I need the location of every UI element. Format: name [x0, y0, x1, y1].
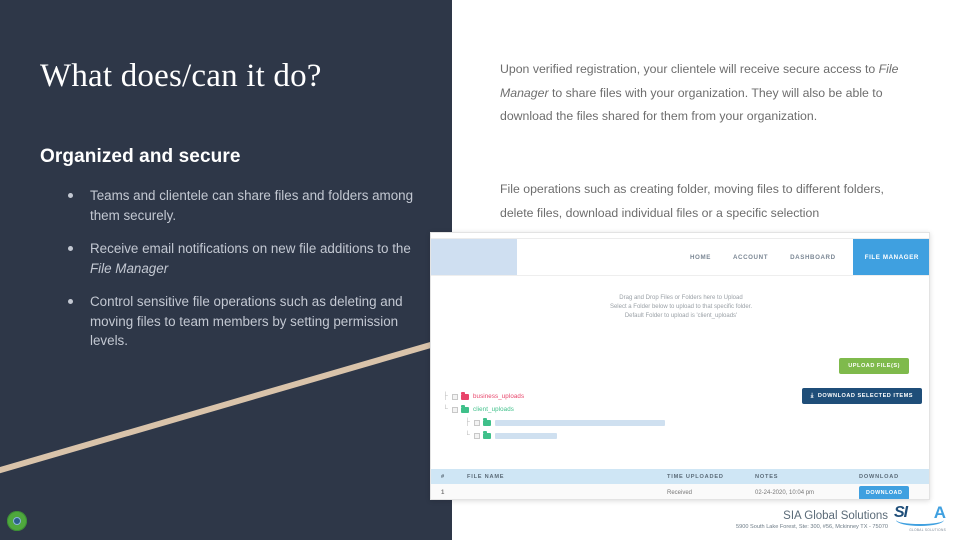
paragraph-1-lead: Upon verified registration, your cliente…	[500, 62, 879, 76]
tree-connector-icon: └	[465, 432, 470, 439]
column-header-download: DOWNLOAD	[859, 473, 899, 480]
footer-company-name: SIA Global Solutions	[783, 510, 888, 522]
drop-zone-line-2: Select a Folder below to upload to that …	[609, 304, 753, 310]
tree-connector-icon: ├	[443, 393, 448, 400]
download-icon: ⤓	[810, 393, 814, 399]
navbar-logo-placeholder	[431, 239, 517, 275]
tree-node-label: business_uploads	[473, 393, 525, 400]
tree-node-child-1[interactable]: ├	[443, 416, 733, 429]
bullet-dot-icon	[68, 246, 73, 251]
tree-node-child-2[interactable]: └	[443, 429, 733, 442]
nav-item-dashboard[interactable]: DASHBOARD	[779, 254, 847, 261]
brand-logo-icon	[7, 511, 27, 531]
nav-item-file-manager[interactable]: FILE MANAGER	[852, 239, 929, 275]
tree-checkbox[interactable]	[452, 406, 458, 413]
cell-row-number: 1	[441, 490, 445, 496]
tree-connector-icon: └	[443, 406, 448, 413]
tree-node-label: client_uploads	[473, 406, 514, 413]
cell-notes: 02-24-2020, 10:04 pm	[755, 490, 815, 496]
paragraph-1-tail: to share files with your organization. T…	[500, 85, 883, 124]
bullet-list: Teams and clientele can share files and …	[62, 186, 422, 365]
row-download-button[interactable]: DOWNLOAD	[859, 486, 910, 499]
body-paragraph-1: Upon verified registration, your cliente…	[500, 58, 918, 129]
bullet-text-emphasis: File Manager	[90, 260, 169, 276]
slide-subtitle: Organized and secure	[40, 146, 241, 167]
sia-logo-subtitle: GLOBAL SOLUTIONS	[909, 528, 946, 532]
footer-address: 5900 South Lake Forest, Ste: 300, #56, M…	[736, 524, 888, 530]
slide-left-panel: What does/can it do? Organized and secur…	[0, 0, 452, 540]
folder-icon	[483, 430, 491, 439]
app-body: Drag and Drop Files or Folders here to U…	[431, 275, 929, 499]
bullet-text: Control sensitive file operations such a…	[90, 294, 403, 348]
nav-item-home[interactable]: HOME	[679, 254, 722, 261]
file-table: # FILE NAME TIME UPLOADED NOTES DOWNLOAD…	[431, 469, 929, 499]
upload-files-button[interactable]: UPLOAD FILE(S)	[839, 358, 909, 374]
tree-checkbox[interactable]	[474, 432, 480, 439]
folder-icon	[461, 404, 469, 413]
folder-icon	[461, 391, 469, 400]
tree-checkbox[interactable]	[452, 393, 458, 400]
list-item: Control sensitive file operations such a…	[62, 292, 422, 351]
tree-connector-icon: ├	[465, 419, 470, 426]
download-selected-label: DOWNLOAD SELECTED ITEMS	[817, 393, 913, 399]
slide-footer: SIA Global Solutions 5900 South Lake For…	[736, 502, 948, 532]
drop-zone-line-3: Default Folder to upload is 'client_uplo…	[624, 313, 738, 319]
redacted-label	[495, 432, 557, 439]
list-item: Teams and clientele can share files and …	[62, 186, 422, 225]
tree-node-business-uploads[interactable]: ├ business_uploads	[443, 390, 733, 403]
column-header-file-name: FILE NAME	[467, 473, 505, 480]
column-header-notes: NOTES	[755, 473, 779, 480]
file-drop-zone[interactable]: Drag and Drop Files or Folders here to U…	[431, 276, 929, 338]
footer-text-block: SIA Global Solutions 5900 South Lake For…	[736, 509, 888, 532]
cell-time-uploaded: Received	[667, 490, 693, 496]
sia-logo-swoosh	[896, 514, 944, 526]
column-header-time-uploaded: TIME UPLOADED	[667, 473, 724, 480]
redacted-label	[495, 419, 665, 426]
cell-download: DOWNLOAD	[859, 486, 929, 499]
tree-node-client-uploads[interactable]: └ client_uploads	[443, 403, 733, 416]
bullet-text: Teams and clientele can share files and …	[90, 188, 414, 223]
sia-logo-icon: SI A GLOBAL SOLUTIONS	[894, 502, 948, 532]
column-header-number: #	[441, 473, 445, 480]
tree-checkbox[interactable]	[474, 419, 480, 426]
file-icon	[483, 417, 491, 426]
download-selected-items-button[interactable]: ⤓ DOWNLOAD SELECTED ITEMS	[801, 388, 922, 404]
app-navbar: HOME ACCOUNT DASHBOARD FILE MANAGER	[431, 239, 929, 275]
list-item: Receive email notifications on new file …	[62, 239, 422, 278]
body-paragraph-2: File operations such as creating folder,…	[500, 182, 884, 220]
bullet-dot-icon	[68, 193, 73, 198]
folder-tree: ├ business_uploads └ client_uploads ├ └	[443, 390, 733, 442]
table-row: 1 Received 02-24-2020, 10:04 pm DOWNLOAD	[431, 484, 929, 499]
bullet-dot-icon	[68, 299, 73, 304]
bullet-text-lead: Receive email notifications on new file …	[90, 241, 411, 256]
drop-zone-line-1: Drag and Drop Files or Folders here to U…	[619, 295, 743, 301]
navbar-links: HOME ACCOUNT DASHBOARD FILE MANAGER	[517, 239, 929, 275]
embedded-app-screenshot: HOME ACCOUNT DASHBOARD FILE MANAGER Drag…	[430, 232, 930, 500]
bullet-text: Receive email notifications on new file …	[90, 241, 411, 276]
page-title: What does/can it do?	[40, 58, 322, 94]
table-header-row: # FILE NAME TIME UPLOADED NOTES DOWNLOAD	[431, 469, 929, 484]
nav-item-account[interactable]: ACCOUNT	[722, 254, 779, 261]
